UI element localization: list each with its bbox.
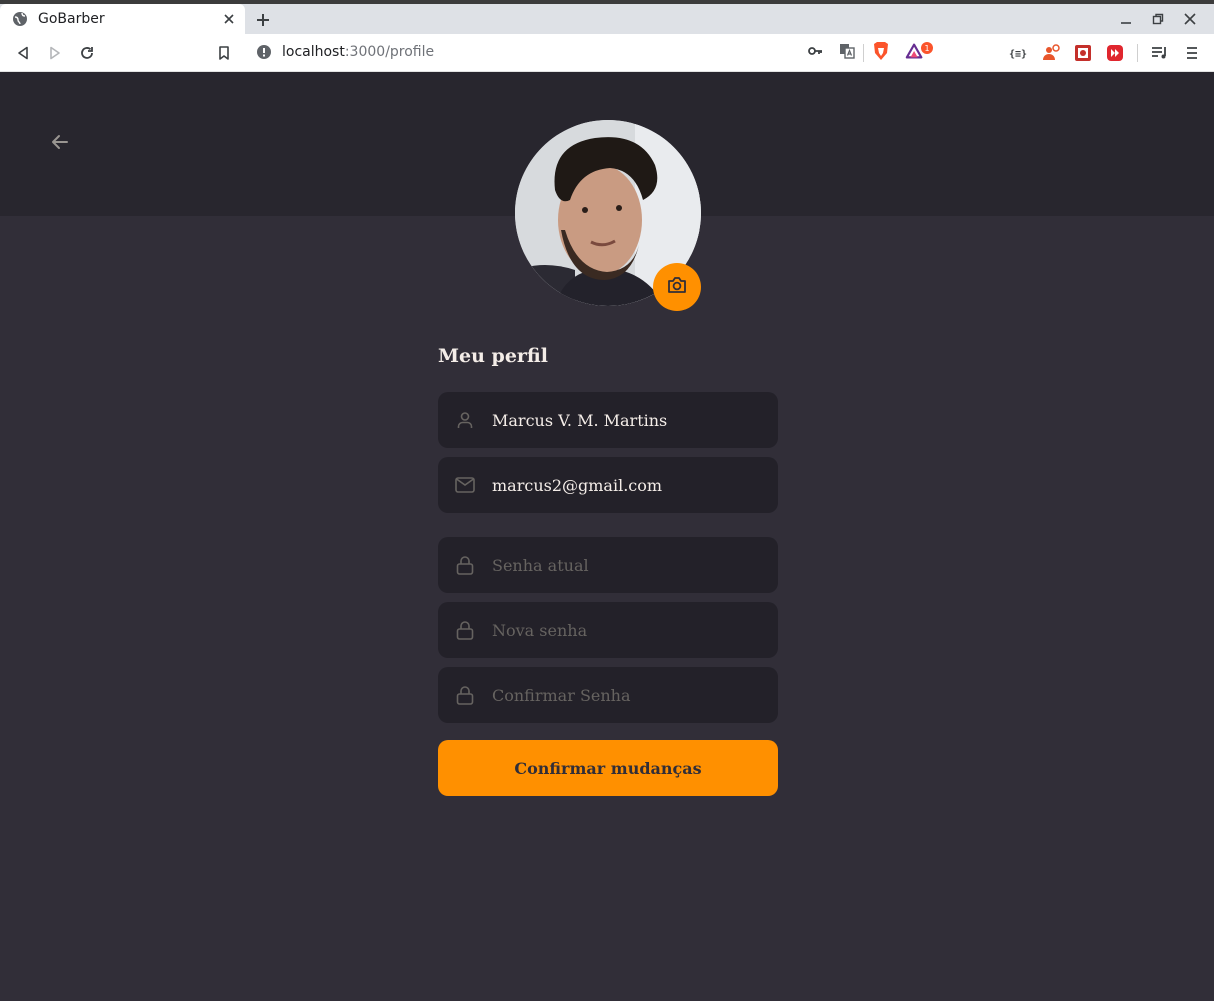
url-host: localhost [282, 44, 345, 60]
lock-icon [454, 619, 476, 641]
media-controls-icon[interactable] [1150, 43, 1170, 63]
tab-title: GoBarber [38, 11, 105, 27]
new-password-field[interactable] [438, 602, 778, 658]
url-path: :3000/profile [344, 44, 435, 60]
field-spacer [438, 522, 778, 537]
site-info-icon[interactable] [256, 44, 272, 60]
name-input[interactable] [492, 410, 762, 430]
toolbar-divider [863, 44, 864, 62]
new-password-input[interactable] [492, 620, 762, 640]
browser-toolbar: localhost:3000/profile 1 {≡} [0, 34, 1214, 72]
confirm-changes-button[interactable]: Confirmar mudanças [438, 740, 778, 796]
bookmark-icon[interactable] [212, 41, 236, 65]
new-tab-button[interactable] [252, 9, 274, 31]
user-icon [454, 409, 476, 431]
address-bar[interactable]: localhost:3000/profile [246, 37, 934, 67]
close-tab-icon[interactable] [221, 11, 237, 27]
old-password-field[interactable] [438, 537, 778, 593]
key-icon[interactable] [805, 41, 825, 61]
page-title: Meu perfil [438, 345, 548, 367]
back-nav-icon[interactable] [11, 41, 35, 65]
window-controls [1110, 8, 1206, 30]
json-viewer-extension-icon[interactable]: {≡} [1009, 43, 1029, 63]
change-avatar-button[interactable] [653, 263, 701, 311]
camera-icon [667, 276, 687, 298]
confirm-password-input[interactable] [492, 685, 762, 705]
globe-icon [12, 11, 28, 27]
email-field[interactable] [438, 457, 778, 513]
people-extension-icon[interactable] [1041, 43, 1061, 63]
name-field[interactable] [438, 392, 778, 448]
video-speed-extension-icon[interactable] [1105, 43, 1125, 63]
lock-icon [454, 684, 476, 706]
forward-nav-icon[interactable] [43, 41, 67, 65]
translate-icon[interactable] [837, 41, 857, 61]
menu-icon[interactable] [1182, 43, 1202, 63]
minimize-button[interactable] [1110, 8, 1142, 30]
tab-gobarber[interactable]: GoBarber [0, 4, 245, 34]
old-password-input[interactable] [492, 555, 762, 575]
close-window-button[interactable] [1174, 8, 1206, 30]
svg-text:{≡}: {≡} [1009, 49, 1027, 60]
confirm-password-field[interactable] [438, 667, 778, 723]
rewards-badge: 1 [921, 42, 933, 54]
brave-shields-icon[interactable] [871, 41, 891, 61]
restore-button[interactable] [1142, 8, 1174, 30]
reload-icon[interactable] [75, 41, 99, 65]
back-arrow-icon[interactable] [46, 128, 74, 156]
avatar-container [515, 120, 701, 311]
media-extension-icon[interactable] [1073, 43, 1093, 63]
tab-strip: GoBarber [0, 4, 1214, 34]
extensions-divider [1137, 44, 1138, 62]
email-input[interactable] [492, 475, 762, 495]
profile-form: Meu perfil Marcus V. M. Martins marcus2@… [438, 342, 778, 796]
mail-icon [454, 474, 476, 496]
profile-page: Meu perfil Marcus V. M. Martins marcus2@… [0, 72, 1214, 1001]
lock-icon [454, 554, 476, 576]
